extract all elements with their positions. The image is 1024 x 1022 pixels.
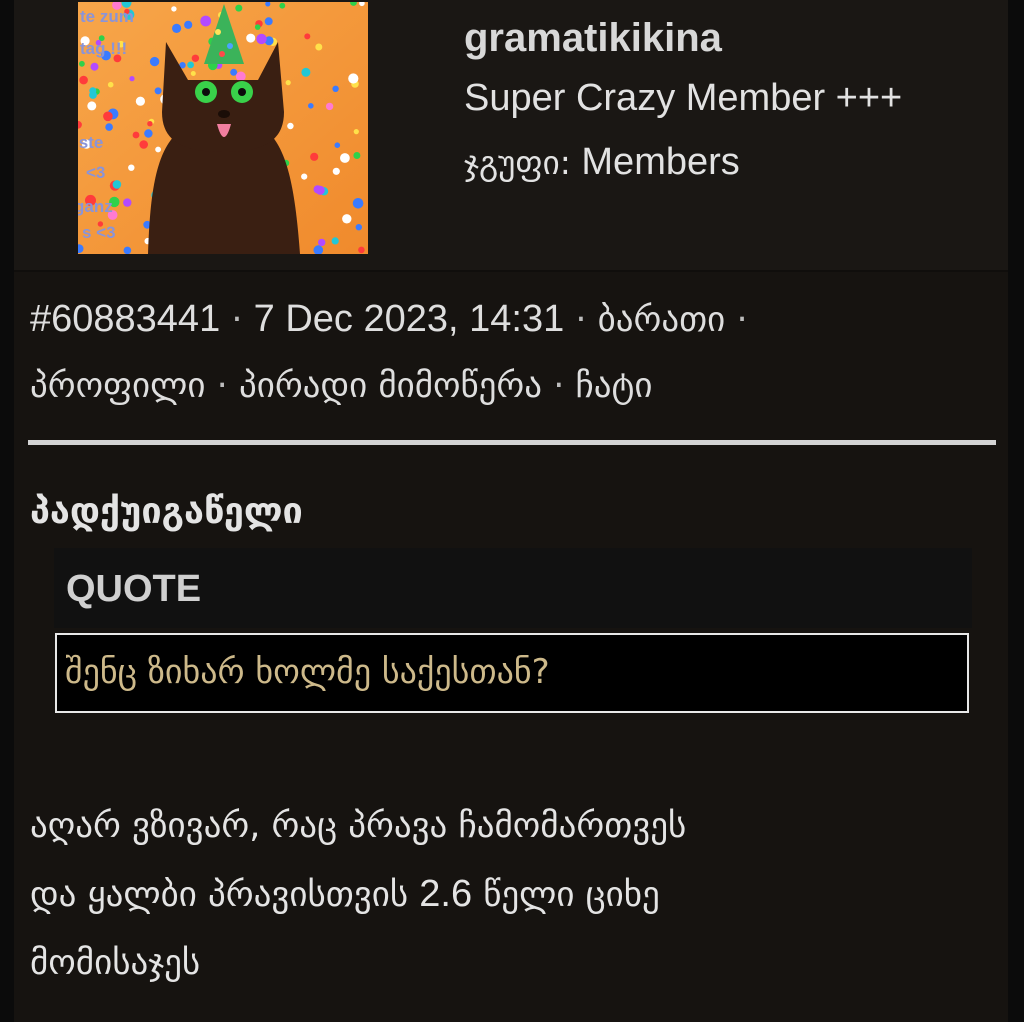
svg-text:te zum: te zum [80,7,134,26]
private-message-link[interactable]: პირადი მიმოწერა [239,366,542,406]
svg-text:tag !!!: tag !!! [80,39,127,58]
post-body: აღარ ვზივარ, რაც პრავა ჩამომართვეს და ყა… [30,792,990,997]
separator: · [231,300,243,340]
party-cat-avatar-icon: te zum tag !!! iste <3 ganz s <3 [78,2,368,254]
separator: · [736,300,748,340]
separator: · [216,366,228,406]
svg-text:iste: iste [78,133,103,152]
post-header: te zum tag !!! iste <3 ganz s <3 gramatikikin… [14,0,1008,272]
card-link[interactable]: ბარათი [598,300,726,340]
forum-post: te zum tag !!! iste <3 ganz s <3 gramatikikin… [14,0,1008,1022]
body-line-2-start: და ყალბი პრავისთვის [30,875,409,915]
divider [28,440,996,445]
quote-header: QUOTE [54,548,972,628]
body-line-3: მომისაჯეს [30,943,201,983]
quote-box: შენც ზიხარ ხოლმე საქესთან? [55,633,969,713]
separator: · [553,366,565,406]
quote-label: QUOTE [66,568,202,610]
post-meta: #60883441 · 7 Dec 2023, 14:31 · ბარათი ·… [30,286,990,419]
body-line-2-number: 2.6 [419,873,473,915]
user-info: gramatikikina Super Crazy Member +++ ჯგუ… [464,14,902,194]
profile-link[interactable]: პროფილი [30,366,206,406]
group-label: ჯგუფი: [464,143,571,182]
body-line-1: აღარ ვზივარ, რაც პრავა ჩამომართვეს [30,806,687,846]
quote-text: შენც ზიხარ ხოლმე საქესთან? [65,652,550,692]
user-group: ჯგუფი: Members [464,130,902,194]
user-rank: Super Crazy Member +++ [464,77,903,119]
post-date: 7 Dec 2023, 14:31 [253,298,565,340]
svg-text:ganz: ganz [78,197,113,216]
username[interactable]: gramatikikina [464,14,902,66]
avatar[interactable]: te zum tag !!! iste <3 ganz s <3 [78,2,368,254]
group-value: Members [581,141,740,183]
separator: · [575,300,587,340]
svg-text:<3: <3 [86,163,105,182]
svg-text:s <3: s <3 [82,223,116,242]
chat-link[interactable]: ჩატი [575,366,652,406]
body-line-2-end: წელი ციხე [483,875,660,915]
post-id-link[interactable]: #60883441 [30,298,220,340]
post-title: პადქუიგაწელი [30,491,303,532]
